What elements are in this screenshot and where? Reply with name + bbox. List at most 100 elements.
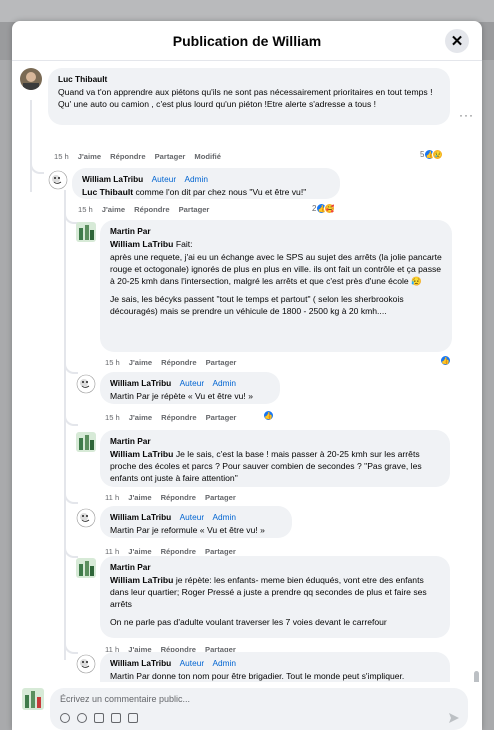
cartoon-avatar-icon bbox=[76, 374, 96, 394]
reaction-summary[interactable]: 👍 bbox=[440, 355, 451, 366]
composer-toolbar bbox=[60, 713, 138, 723]
comment-actions: 15 h J'aime Répondre Partager bbox=[78, 205, 209, 214]
avatar-photo-icon bbox=[76, 558, 96, 578]
comment-bubble: William LaTribu Auteur Admin Martin Par … bbox=[100, 652, 450, 682]
share-action[interactable]: Partager bbox=[179, 205, 210, 214]
like-action[interactable]: J'aime bbox=[128, 547, 151, 556]
author-badge: Auteur bbox=[179, 658, 205, 668]
comment-bubble: Martin Par William LaTribu Je le sais, c… bbox=[100, 430, 450, 487]
comment-placeholder: Écrivez un commentaire public... bbox=[60, 694, 191, 704]
avatar[interactable] bbox=[48, 170, 68, 190]
avatar-sticker-icon[interactable] bbox=[60, 713, 70, 723]
comment-text: comme l'on dit par chez nous "Vu et être… bbox=[133, 187, 307, 197]
gif-icon[interactable] bbox=[111, 713, 121, 723]
avatar[interactable] bbox=[76, 558, 96, 578]
comment-time[interactable]: 11 h bbox=[105, 547, 119, 556]
comment-text: Martin Par je répète « Vu et être vu! » bbox=[110, 391, 253, 401]
thread-connector bbox=[64, 546, 78, 558]
emoji-icon[interactable] bbox=[77, 713, 87, 723]
comment-author[interactable]: William LaTribu bbox=[110, 658, 171, 668]
comment-text: Fait: bbox=[173, 239, 193, 249]
comment-text: Martin Par donne ton nom pour être briga… bbox=[110, 671, 405, 681]
comment-time[interactable]: 15 h bbox=[105, 358, 120, 367]
close-button[interactable]: ✕ bbox=[445, 29, 469, 53]
like-action[interactable]: J'aime bbox=[78, 152, 101, 161]
reaction-summary[interactable]: 👍 bbox=[263, 410, 274, 421]
comment-time[interactable]: 11 h bbox=[105, 493, 119, 502]
like-action[interactable]: J'aime bbox=[129, 413, 152, 422]
like-action[interactable]: J'aime bbox=[129, 358, 152, 367]
author-badge: Auteur bbox=[151, 174, 177, 184]
comment-mention[interactable]: Luc Thibault bbox=[82, 187, 133, 197]
admin-badge: Admin bbox=[212, 512, 237, 522]
comment-time[interactable]: 15 h bbox=[78, 205, 93, 214]
avatar[interactable] bbox=[22, 688, 44, 710]
comment-author[interactable]: William LaTribu bbox=[110, 512, 171, 522]
cartoon-avatar-icon bbox=[76, 654, 96, 674]
avatar-photo-icon bbox=[76, 432, 96, 452]
reply-action[interactable]: Répondre bbox=[161, 358, 196, 367]
camera-icon[interactable] bbox=[94, 713, 104, 723]
modal-title: Publication de William bbox=[172, 32, 322, 49]
comment-paragraph: après une requete, j'ai eu un échange av… bbox=[110, 252, 442, 286]
edited-label: Modifié bbox=[194, 152, 221, 161]
comment-mention[interactable]: William LaTribu bbox=[110, 449, 173, 459]
comment-author[interactable]: William LaTribu bbox=[82, 174, 143, 184]
avatar-photo-icon bbox=[22, 688, 44, 710]
comment-author[interactable]: Luc Thibault bbox=[58, 74, 107, 84]
modal-header: Publication de William ✕ bbox=[12, 21, 482, 61]
reply-action[interactable]: Répondre bbox=[134, 205, 169, 214]
reaction-summary[interactable]: 5 👍 😢 bbox=[420, 149, 444, 160]
comment-bubble: William LaTribu Auteur Admin Luc Thibaul… bbox=[72, 168, 340, 199]
like-action[interactable]: J'aime bbox=[102, 205, 125, 214]
comment-author[interactable]: Martin Par bbox=[110, 226, 151, 236]
comment-author[interactable]: William LaTribu bbox=[110, 378, 171, 388]
share-action[interactable]: Partager bbox=[206, 358, 237, 367]
comment-actions: 11 h J'aime Répondre Partager bbox=[105, 493, 236, 502]
comment-mention[interactable]: William LaTribu bbox=[110, 575, 173, 585]
thread-connector bbox=[64, 362, 78, 374]
avatar[interactable] bbox=[20, 68, 42, 90]
comment-bubble: William LaTribu Auteur Admin Martin Par … bbox=[100, 506, 292, 538]
avatar[interactable] bbox=[76, 432, 96, 452]
send-icon[interactable] bbox=[448, 712, 460, 724]
comment-bubble: Martin Par William LaTribu je répète: le… bbox=[100, 556, 450, 638]
sticker-icon[interactable] bbox=[128, 713, 138, 723]
comment-paragraph: On ne parle pas d'adulte voulant travers… bbox=[110, 617, 387, 627]
comment-actions: 15 h J'aime Répondre Partager Modifié bbox=[54, 152, 221, 161]
share-action[interactable]: Partager bbox=[155, 152, 186, 161]
reply-action[interactable]: Répondre bbox=[161, 547, 196, 556]
reply-action[interactable]: Répondre bbox=[110, 152, 145, 161]
comment-input[interactable]: Écrivez un commentaire public... bbox=[50, 688, 468, 730]
comment-thread[interactable]: Luc Thibault Quand va t'on apprendre aux… bbox=[12, 62, 482, 682]
comment-actions: 15 h J'aime Répondre Partager bbox=[105, 358, 236, 367]
like-action[interactable]: J'aime bbox=[128, 493, 151, 502]
thread-line bbox=[30, 100, 32, 192]
comment-actions: 11 h J'aime Répondre Partager bbox=[105, 547, 236, 556]
comment-actions: 15 h J'aime Répondre Partager bbox=[105, 413, 236, 422]
comment-time[interactable]: 15 h bbox=[105, 413, 120, 422]
admin-badge: Admin bbox=[212, 378, 237, 388]
author-badge: Auteur bbox=[179, 378, 205, 388]
comment-author[interactable]: Martin Par bbox=[110, 436, 151, 446]
more-options-icon[interactable]: ··· bbox=[459, 108, 474, 122]
avatar[interactable] bbox=[76, 222, 96, 242]
share-action[interactable]: Partager bbox=[205, 493, 236, 502]
background-top-bar bbox=[0, 0, 494, 22]
reply-action[interactable]: Répondre bbox=[161, 493, 196, 502]
comment-composer: Écrivez un commentaire public... bbox=[12, 682, 482, 730]
avatar[interactable] bbox=[76, 374, 96, 394]
share-action[interactable]: Partager bbox=[205, 547, 236, 556]
comment-time[interactable]: 15 h bbox=[54, 152, 69, 161]
reaction-summary[interactable]: 2 👍 🥰 bbox=[312, 203, 336, 214]
reply-action[interactable]: Répondre bbox=[161, 413, 196, 422]
comment-bubble: Martin Par William LaTribu Fait: après u… bbox=[100, 220, 452, 352]
thread-line bbox=[64, 190, 66, 660]
avatar-photo-icon bbox=[20, 68, 42, 90]
comment-author[interactable]: Martin Par bbox=[110, 562, 151, 572]
care-reaction-icon: 🥰 bbox=[324, 203, 336, 214]
comment-mention[interactable]: William LaTribu bbox=[110, 239, 173, 249]
avatar[interactable] bbox=[76, 508, 96, 528]
share-action[interactable]: Partager bbox=[206, 413, 237, 422]
avatar[interactable] bbox=[76, 654, 96, 674]
